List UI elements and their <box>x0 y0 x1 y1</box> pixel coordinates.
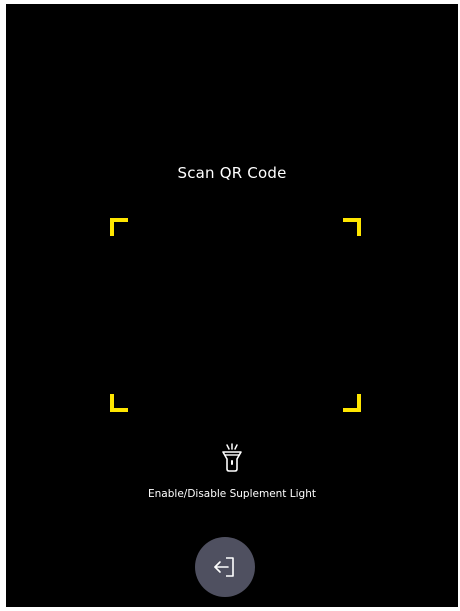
scan-frame-corner-top-right <box>343 218 361 236</box>
light-toggle-label: Enable/Disable Suplement Light <box>148 488 316 500</box>
page-title: Scan QR Code <box>177 164 287 182</box>
scan-frame-corner-top-left <box>110 218 128 236</box>
flashlight-icon <box>222 443 242 472</box>
scan-frame-corner-bottom-right <box>343 394 361 412</box>
exit-icon <box>214 557 234 577</box>
exit-button[interactable] <box>195 537 255 597</box>
scanner-screen: Scan QR Code Enable/Disable Suplement Li… <box>6 4 458 607</box>
scan-frame-corner-bottom-left <box>110 394 128 412</box>
scan-area <box>110 218 361 412</box>
toggle-light-button[interactable] <box>212 438 252 478</box>
